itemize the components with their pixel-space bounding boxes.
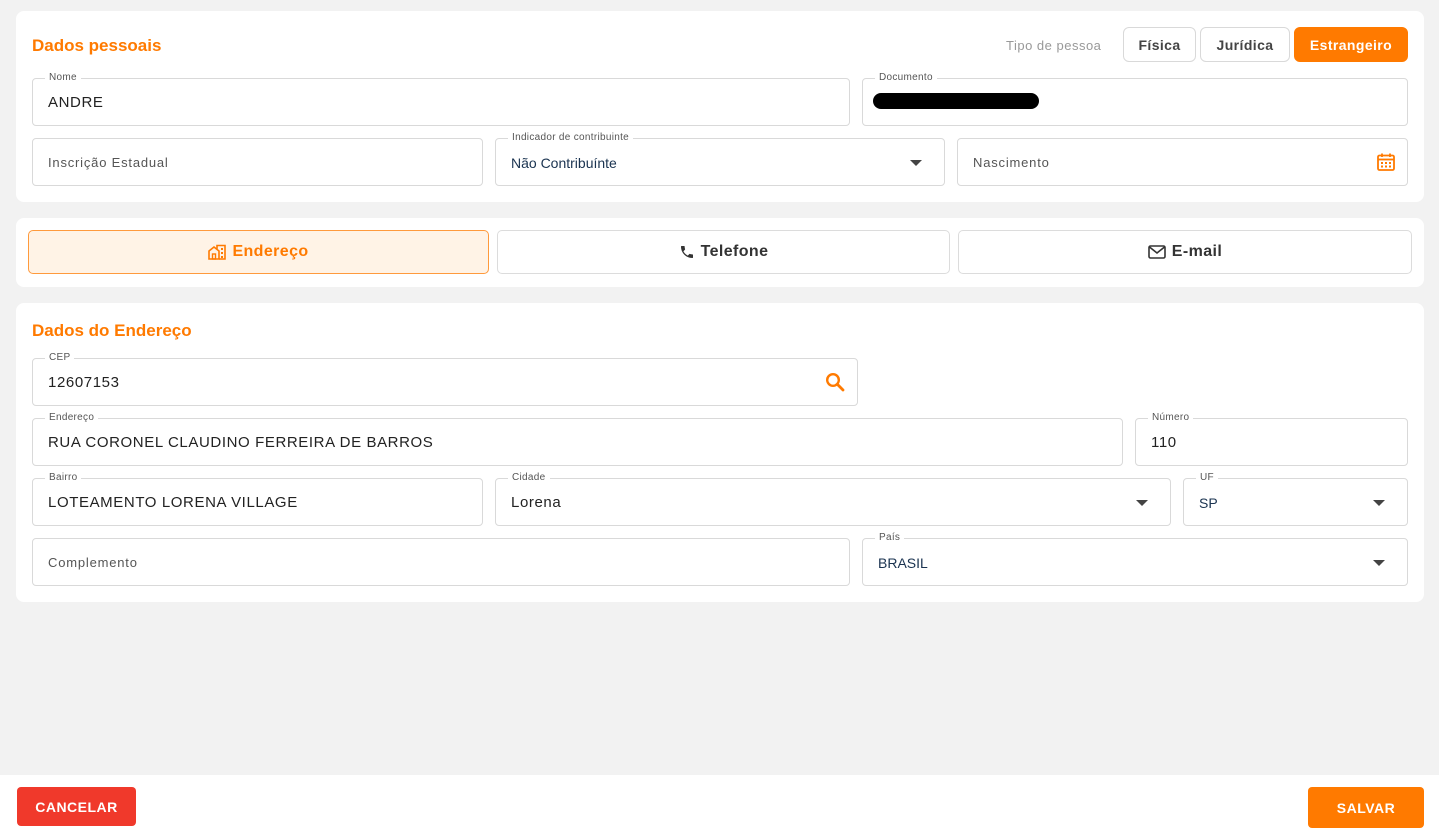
complemento-placeholder: Complemento: [48, 555, 138, 570]
numero-field[interactable]: Número 110: [1135, 412, 1408, 466]
nome-label: Nome: [45, 72, 81, 84]
tipo-estrangeiro-button[interactable]: Estrangeiro: [1294, 27, 1408, 62]
bairro-value: LOTEAMENTO LORENA VILLAGE: [48, 494, 298, 511]
indicador-contribuinte-label: Indicador de contribuinte: [508, 132, 634, 144]
building-icon: [208, 244, 227, 260]
cep-label: CEP: [45, 352, 75, 364]
numero-label: Número: [1148, 412, 1194, 424]
address-title: Dados do Endereço: [32, 321, 192, 340]
chevron-down-icon: [1373, 560, 1385, 566]
nome-field[interactable]: Nome ANDRE: [32, 72, 850, 126]
footer-bar: CANCELAR SALVAR: [0, 775, 1439, 838]
tab-endereco-label: Endereço: [232, 243, 309, 260]
address-card: Dados do Endereço CEP 12607153 Endereço …: [16, 303, 1424, 602]
endereco-label: Endereço: [45, 412, 99, 424]
pais-value: BRASIL: [878, 555, 928, 571]
cancel-button[interactable]: CANCELAR: [17, 787, 136, 826]
indicador-contribuinte-select[interactable]: Indicador de contribuinte Não Contribuín…: [495, 132, 945, 186]
cidade-label: Cidade: [508, 472, 550, 484]
tipo-juridica-button[interactable]: Jurídica: [1200, 27, 1290, 62]
uf-select[interactable]: UF SP: [1183, 472, 1408, 526]
documento-field[interactable]: Documento: [862, 72, 1408, 126]
tab-telefone[interactable]: Telefone: [497, 230, 950, 274]
documento-label: Documento: [875, 72, 937, 84]
indicador-contribuinte-value: Não Contribuínte: [511, 155, 617, 171]
uf-value: SP: [1199, 495, 1218, 511]
chevron-down-icon: [1136, 500, 1148, 506]
personal-data-card: Dados pessoais Tipo de pessoa Física Jur…: [16, 11, 1424, 202]
bairro-field[interactable]: Bairro LOTEAMENTO LORENA VILLAGE: [32, 472, 483, 526]
personal-data-title: Dados pessoais: [32, 36, 162, 55]
bairro-label: Bairro: [45, 472, 82, 484]
tab-email[interactable]: E-mail: [958, 230, 1412, 274]
mail-icon: [1147, 245, 1166, 259]
chevron-down-icon: [910, 160, 922, 166]
tabs-card: Endereço Telefone E-mail: [16, 218, 1424, 287]
search-icon[interactable]: [825, 372, 845, 397]
inscricao-estadual-field[interactable]: Inscrição Estadual: [32, 138, 483, 186]
documento-redaction: [873, 93, 1039, 109]
endereco-field[interactable]: Endereço RUA CORONEL CLAUDINO FERREIRA D…: [32, 412, 1123, 466]
cep-value: 12607153: [48, 374, 120, 391]
complemento-field[interactable]: Complemento: [32, 538, 850, 586]
tipo-pessoa-label: Tipo de pessoa: [1006, 38, 1102, 53]
pais-select[interactable]: País BRASIL: [862, 532, 1408, 586]
pais-label: País: [875, 532, 905, 544]
tab-telefone-label: Telefone: [700, 243, 769, 260]
cidade-value: Lorena: [511, 494, 562, 511]
inscricao-estadual-placeholder: Inscrição Estadual: [48, 155, 169, 170]
nome-value: ANDRE: [48, 94, 104, 111]
tab-email-label: E-mail: [1171, 243, 1223, 260]
calendar-icon[interactable]: [1376, 152, 1396, 177]
nascimento-field[interactable]: Nascimento: [957, 138, 1408, 186]
nascimento-placeholder: Nascimento: [973, 155, 1050, 170]
numero-value: 110: [1151, 434, 1177, 451]
phone-icon: [679, 244, 695, 260]
save-button[interactable]: SALVAR: [1308, 787, 1424, 828]
chevron-down-icon: [1373, 500, 1385, 506]
tipo-fisica-button[interactable]: Física: [1123, 27, 1196, 62]
cidade-select[interactable]: Cidade Lorena: [495, 472, 1171, 526]
uf-label: UF: [1196, 472, 1218, 484]
endereco-value: RUA CORONEL CLAUDINO FERREIRA DE BARROS: [48, 434, 434, 451]
cep-field[interactable]: CEP 12607153: [32, 352, 858, 406]
tab-endereco[interactable]: Endereço: [28, 230, 489, 274]
